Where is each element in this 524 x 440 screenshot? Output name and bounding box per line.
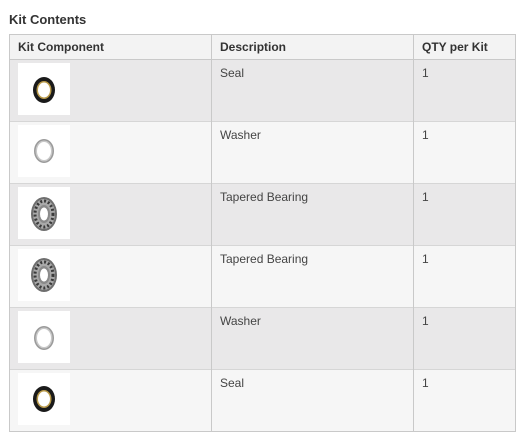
description-cell: Tapered Bearing — [211, 245, 414, 308]
seal-icon — [33, 386, 55, 412]
seal-thumbnail[interactable] — [18, 63, 70, 115]
description-cell: Tapered Bearing — [211, 183, 414, 246]
table-row: Washer 1 — [9, 307, 516, 370]
component-image-cell — [9, 245, 212, 308]
component-image-cell — [9, 59, 212, 122]
qty-cell: 1 — [413, 245, 516, 308]
table-row: Seal 1 — [9, 59, 516, 122]
qty-cell: 1 — [413, 121, 516, 184]
tapered-bearing-thumbnail[interactable] — [18, 249, 70, 301]
description-cell: Washer — [211, 121, 414, 184]
washer-thumbnail[interactable] — [18, 125, 70, 177]
tapered-bearing-icon — [31, 197, 57, 231]
washer-icon — [34, 139, 54, 163]
component-image-cell — [9, 307, 212, 370]
description-cell: Seal — [211, 369, 414, 432]
header-kit-component: Kit Component — [9, 34, 212, 60]
washer-icon — [34, 326, 54, 350]
header-description: Description — [211, 34, 414, 60]
section-title: Kit Contents — [9, 12, 87, 27]
table-row: Washer 1 — [9, 121, 516, 184]
description-cell: Seal — [211, 59, 414, 122]
kit-contents-table: Kit Component Description QTY per Kit Se… — [9, 34, 516, 432]
table-header-row: Kit Component Description QTY per Kit — [9, 34, 516, 60]
qty-cell: 1 — [413, 183, 516, 246]
header-qty-per-kit: QTY per Kit — [413, 34, 516, 60]
description-cell: Washer — [211, 307, 414, 370]
table-row: Tapered Bearing 1 — [9, 245, 516, 308]
qty-cell: 1 — [413, 307, 516, 370]
washer-thumbnail[interactable] — [18, 311, 70, 363]
component-image-cell — [9, 369, 212, 432]
qty-cell: 1 — [413, 369, 516, 432]
tapered-bearing-thumbnail[interactable] — [18, 187, 70, 239]
tapered-bearing-icon — [31, 258, 57, 292]
component-image-cell — [9, 183, 212, 246]
qty-cell: 1 — [413, 59, 516, 122]
component-image-cell — [9, 121, 212, 184]
table-row: Seal 1 — [9, 369, 516, 432]
seal-thumbnail[interactable] — [18, 373, 70, 425]
seal-icon — [33, 77, 55, 103]
table-row: Tapered Bearing 1 — [9, 183, 516, 246]
